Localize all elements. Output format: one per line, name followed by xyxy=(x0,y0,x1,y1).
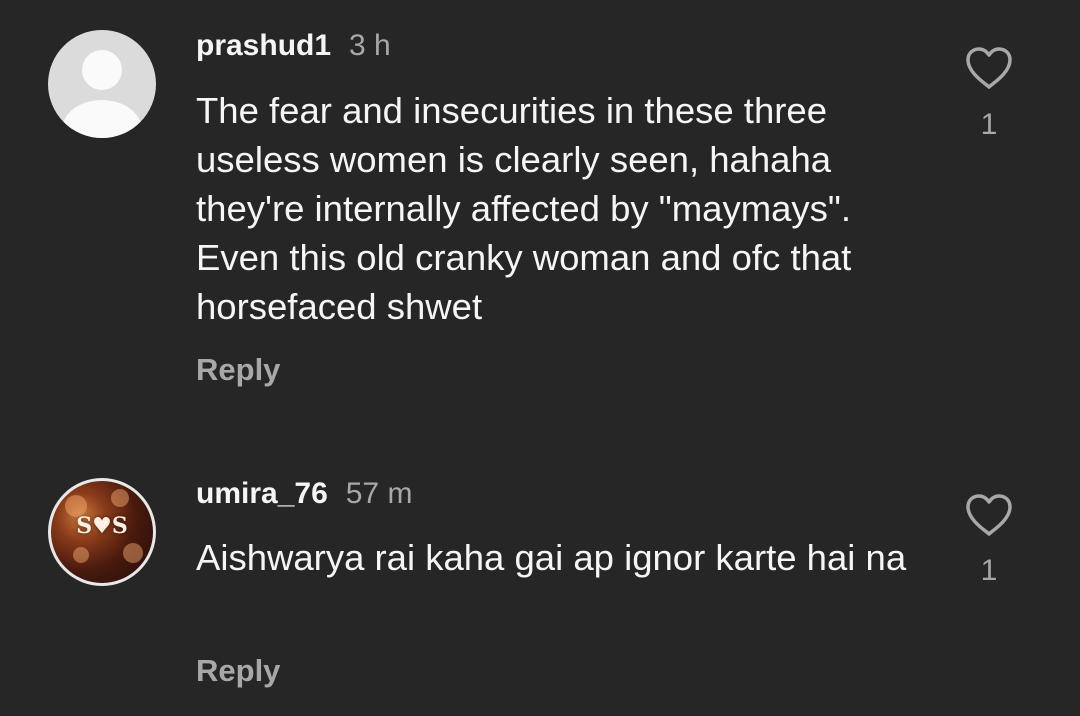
reply-button[interactable]: Reply xyxy=(196,352,280,388)
timestamp: 57 m xyxy=(345,477,413,510)
heart-icon xyxy=(966,47,1012,89)
timestamp: 3 h xyxy=(349,29,391,62)
avatar-bokeh xyxy=(123,543,143,563)
comment-header: prashud1 3 h xyxy=(196,28,391,64)
comment-text: The fear and insecurities in these three… xyxy=(196,90,852,327)
like-count: 1 xyxy=(980,554,998,587)
reply-button[interactable]: Reply xyxy=(196,653,280,689)
avatar[interactable]: S♥S xyxy=(48,478,156,586)
heart-icon xyxy=(966,494,1012,536)
comment-header: umira_76 57 m xyxy=(196,476,412,512)
avatar-body-shape xyxy=(62,100,142,138)
username[interactable]: umira_76 xyxy=(196,477,328,510)
like-button[interactable] xyxy=(964,46,1014,90)
username[interactable]: prashud1 xyxy=(196,29,331,62)
avatar-head-shape xyxy=(82,50,122,90)
like-button[interactable] xyxy=(964,493,1014,537)
like-count: 1 xyxy=(980,108,998,141)
comment-text: Aishwarya rai kaha gai ap ignor karte ha… xyxy=(196,537,907,578)
avatar-bokeh xyxy=(73,547,89,563)
avatar-bokeh xyxy=(111,489,129,507)
avatar-monogram: S♥S xyxy=(76,513,128,539)
avatar[interactable] xyxy=(48,30,156,138)
